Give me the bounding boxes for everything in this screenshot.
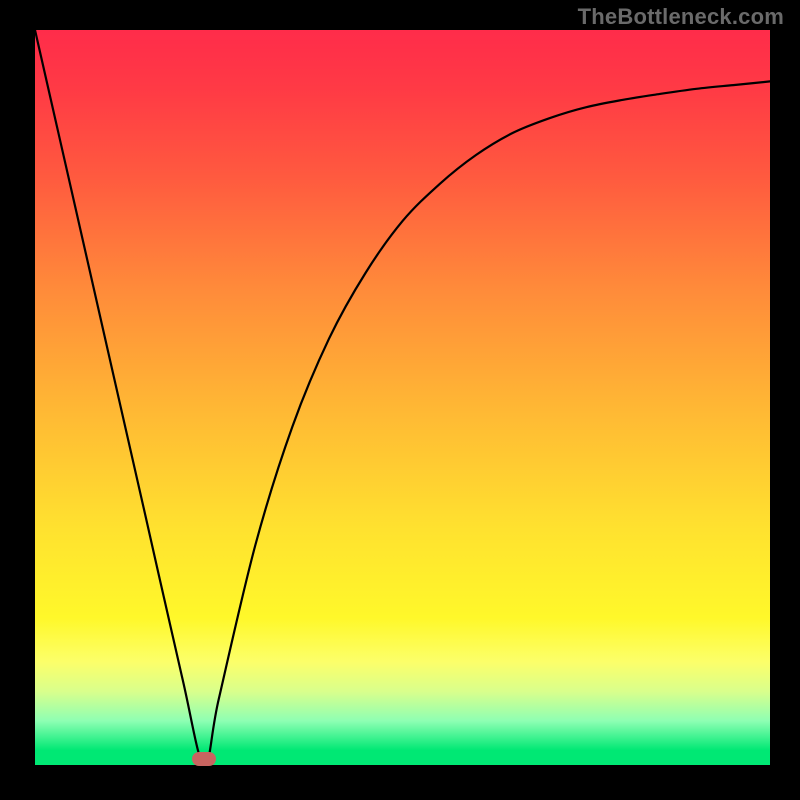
bottleneck-curve bbox=[35, 30, 770, 765]
watermark-text: TheBottleneck.com bbox=[578, 4, 784, 30]
optimal-point-marker bbox=[192, 752, 216, 766]
plot-area bbox=[35, 30, 770, 765]
chart-frame: TheBottleneck.com bbox=[0, 0, 800, 800]
